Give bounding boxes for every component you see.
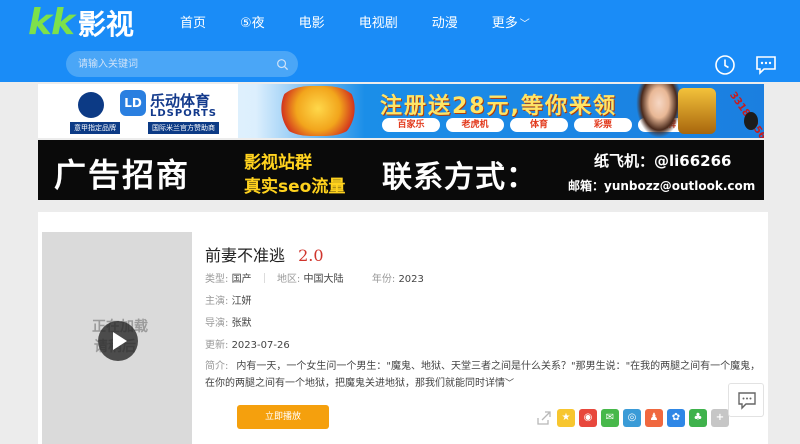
desc-label: 简介: xyxy=(205,361,229,372)
ad-recruit-line2: 真实seo流量 xyxy=(244,177,346,197)
ad-banner-recruit[interactable]: 广告招商 影视站群 真实seo流量 联系方式： 纸飞机：@li66266 邮箱：… xyxy=(38,140,764,200)
region-label: 地区: xyxy=(276,274,301,285)
play-now-button[interactable]: 立即播放 xyxy=(237,405,329,429)
ad-tag: 国际米兰官方赞助商 xyxy=(148,122,219,134)
type-value[interactable]: 国产 xyxy=(232,274,252,285)
nav-home[interactable]: 首页 xyxy=(180,12,206,31)
share-icon[interactable] xyxy=(535,409,553,427)
qq-icon[interactable]: ♟ xyxy=(645,409,663,427)
search-icon[interactable] xyxy=(276,58,289,71)
search-box xyxy=(66,51,298,77)
ad-slogan: 注册送28元,等你来领 xyxy=(380,94,617,119)
actor-label: 主演: xyxy=(205,296,229,307)
logo-text: 影视 xyxy=(77,8,134,41)
nav-more[interactable]: 更多 ﹀ xyxy=(492,12,530,31)
chevron-down-icon: ﹀ xyxy=(519,19,530,30)
ad-pill: 百家乐 xyxy=(382,118,440,132)
tencent-weibo-icon[interactable]: ◎ xyxy=(623,409,641,427)
update-value: 2023-07-26 xyxy=(231,340,290,351)
ad-recruit-line1: 影视站群 xyxy=(244,153,312,173)
meta-row: 类型: 国产 地区: 中国大陆 年份: 2023 xyxy=(205,270,424,285)
actor-value[interactable]: 江妍 xyxy=(232,296,252,307)
chat-icon xyxy=(738,392,756,410)
director-label: 导演: xyxy=(205,318,229,329)
clock-icon[interactable] xyxy=(714,54,736,76)
desc-text: 内有一天，一个女生问一个男生："魔鬼、地狱、天堂三者之间是什么关系？"那男生说：… xyxy=(205,361,761,389)
play-icon[interactable] xyxy=(98,321,138,361)
baidu-icon[interactable]: ✿ xyxy=(667,409,685,427)
qq-penguin-icon xyxy=(744,112,758,130)
director-row: 导演: 张默 xyxy=(205,314,252,329)
video-title: 前妻不准逃 xyxy=(205,246,286,265)
ad-tag: 意甲指定品牌 xyxy=(70,122,120,134)
nav-anime[interactable]: 动漫 xyxy=(432,12,458,31)
video-score: 2.0 xyxy=(298,246,324,265)
ldsports-logo-icon: LD xyxy=(120,90,146,116)
nav-more-label: 更多 xyxy=(491,16,518,31)
qzone-icon[interactable]: ★ xyxy=(557,409,575,427)
nav-night[interactable]: ⑤夜 xyxy=(240,12,265,31)
update-row: 更新: 2023-07-26 xyxy=(205,336,290,351)
expand-chevron-icon[interactable]: ﹀ xyxy=(505,379,514,389)
wechat-icon[interactable]: ✉ xyxy=(601,409,619,427)
share-bar: ★ ◉ ✉ ◎ ♟ ✿ ♣ + xyxy=(535,409,733,427)
update-label: 更新: xyxy=(205,340,229,351)
ad-pill: 彩票 xyxy=(574,118,632,132)
actor-row: 主演: 江妍 xyxy=(205,292,252,307)
description: 简介: 内有一天，一个女生问一个男生："魔鬼、地狱、天堂三者之间是什么关系？"那男… xyxy=(205,358,765,393)
lion-dance-image xyxy=(278,86,358,136)
video-detail-card: 正在加载 请稍后 前妻不准逃 2.0 类型: 国产 地区: 中国大陆 年份: 2… xyxy=(38,212,768,444)
chat-icon[interactable] xyxy=(755,54,777,76)
main-nav: 首页 ⑤夜 电影 电视剧 动漫 更多 ﹀ xyxy=(180,12,564,31)
ad-brand-en: LDSPORTS xyxy=(150,108,217,119)
slot-machine-image xyxy=(678,88,716,134)
ad-model-image xyxy=(636,84,682,138)
director-value[interactable]: 张默 xyxy=(232,318,252,329)
inter-logo-icon xyxy=(78,92,104,118)
nav-tv[interactable]: 电视剧 xyxy=(359,12,398,31)
ad-telegram: 纸飞机：@li66266 xyxy=(594,152,732,170)
nav-movie[interactable]: 电影 xyxy=(299,12,325,31)
site-logo[interactable]: kk 影视 xyxy=(28,2,134,43)
video-poster[interactable]: 正在加载 请稍后 xyxy=(42,232,192,444)
ad-contact-label: 联系方式： xyxy=(382,160,537,195)
year-label: 年份: xyxy=(371,274,396,285)
top-header: kk 影视 首页 ⑤夜 电影 电视剧 动漫 更多 ﹀ xyxy=(0,0,800,82)
ad-recruit-title: 广告招商 xyxy=(54,156,191,194)
ad-pill: 老虎机 xyxy=(446,118,504,132)
more-icon[interactable]: + xyxy=(711,409,729,427)
weibo-icon[interactable]: ◉ xyxy=(579,409,597,427)
region-value[interactable]: 中国大陆 xyxy=(304,274,344,285)
ad-email: 邮箱：yunbozz@outlook.com xyxy=(568,179,756,193)
ad-banner-sports[interactable]: LD 乐动体育 LDSPORTS 意甲指定品牌 国际米兰官方赞助商 注册送28元… xyxy=(38,84,764,138)
search-input[interactable] xyxy=(78,55,268,73)
year-value[interactable]: 2023 xyxy=(398,274,423,285)
douban-icon[interactable]: ♣ xyxy=(689,409,707,427)
floating-chat-button[interactable] xyxy=(728,383,764,417)
ad-pill: 体育 xyxy=(510,118,568,132)
logo-kk: kk xyxy=(28,2,75,43)
divider xyxy=(263,273,265,283)
type-label: 类型: xyxy=(205,274,229,285)
title-row: 前妻不准逃 2.0 xyxy=(205,242,324,266)
